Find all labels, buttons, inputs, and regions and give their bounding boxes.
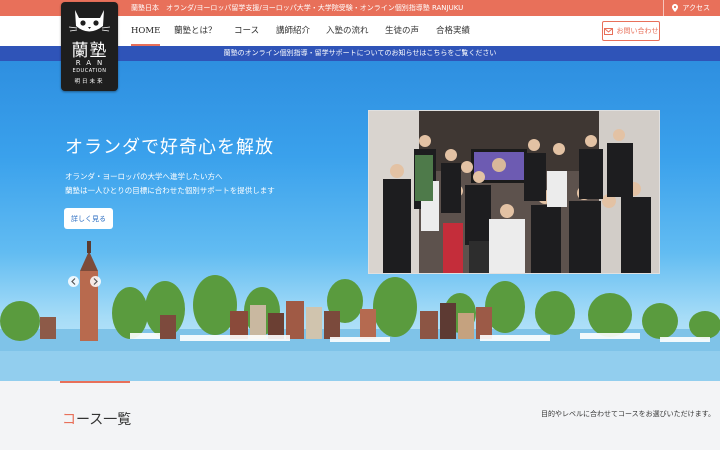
access-link[interactable]: アクセス: [663, 0, 720, 16]
site-description: 蘭塾日本 オランダ/ヨーロッパ留学支援/ヨーロッパ大学・大学院受験・オンライン個…: [131, 4, 464, 12]
envelope-icon: [603, 27, 613, 35]
nav-item-instructors[interactable]: 講師紹介: [276, 16, 310, 46]
nav-item-course[interactable]: コース: [234, 16, 259, 46]
nav-item-results[interactable]: 合格実績: [436, 16, 470, 46]
hero-detail-button[interactable]: 詳しく見る: [64, 208, 113, 229]
nav-item-testimonials[interactable]: 生徒の声: [385, 16, 419, 46]
hero-title: オランダで好奇心を解放: [65, 137, 274, 158]
cat-logo-icon: [68, 10, 111, 32]
hero-subtitle-2: 蘭塾は一人ひとりの目標に合わせた個別サポートを提供します: [65, 186, 275, 195]
section-accent-line: [60, 381, 130, 383]
slider-next-button[interactable]: [90, 276, 101, 287]
site-logo[interactable]: 蘭塾 RAN EDUCATION 明日未来: [61, 2, 118, 91]
slider-prev-button[interactable]: [68, 276, 79, 287]
contact-button[interactable]: お問い合わせ: [602, 21, 660, 41]
map-pin-icon: [672, 4, 679, 12]
section-title: コース一覧: [62, 409, 131, 429]
hero-subtitle-1: オランダ・ヨーロッパの大学へ進学したい方へ: [65, 172, 223, 181]
access-label: アクセス: [682, 4, 710, 12]
chevron-right-icon: [93, 278, 98, 285]
amsterdam-canal-illustration: [0, 241, 720, 381]
nav-item-about[interactable]: 蘭塾とは？: [174, 16, 217, 46]
nav-item-home[interactable]: HOME: [131, 16, 161, 46]
logo-kanji: 蘭塾: [71, 41, 108, 61]
logo-tagline: 明日未来: [74, 79, 105, 85]
hero-slider: オランダで好奇心を解放 オランダ・ヨーロッパの大学へ進学したい方へ 蘭塾は一人ひ…: [0, 61, 720, 381]
logo-ran: RAN: [75, 59, 109, 67]
section-title-first-char: コ: [62, 412, 76, 428]
contact-label: お問い合わせ: [616, 27, 659, 35]
nav-item-enrollment-flow[interactable]: 入塾の流れ: [326, 16, 369, 46]
course-list-section: コース一覧 目的やレベルに合わせてコースをお選びいただけます。: [0, 381, 720, 450]
chevron-left-icon: [71, 278, 76, 285]
section-title-rest: ース一覧: [76, 412, 132, 428]
section-description: 目的やレベルに合わせてコースをお選びいただけます。: [541, 410, 715, 418]
logo-education: EDUCATION: [72, 68, 107, 74]
